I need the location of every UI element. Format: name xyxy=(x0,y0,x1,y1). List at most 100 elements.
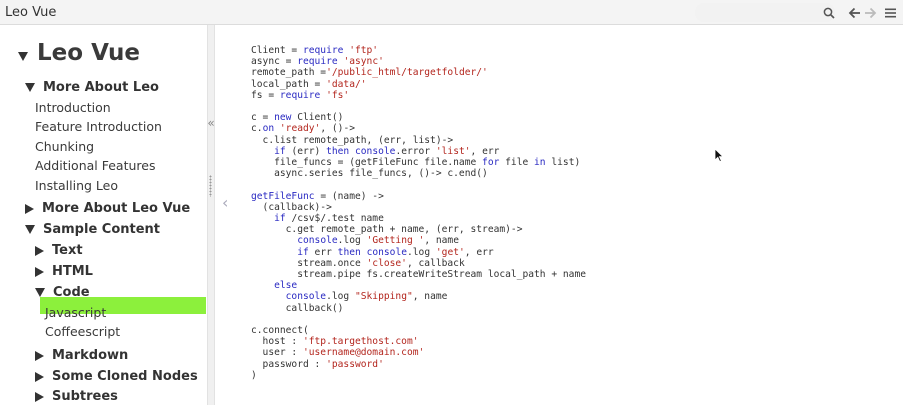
code-text: Client() xyxy=(291,112,344,124)
code-line: if (err) then console.error 'list', err xyxy=(251,146,499,157)
collapsed-triangle-icon[interactable] xyxy=(35,371,44,382)
code-line: c.list remote_path, (err, list)-> xyxy=(251,135,454,146)
code-keyword: getFileFunc xyxy=(251,190,315,202)
code-string: 'password' xyxy=(326,358,384,370)
collapsed-triangle-icon[interactable] xyxy=(35,266,44,277)
collapsed-triangle-icon[interactable] xyxy=(35,391,44,402)
tree-node-text[interactable]: Text xyxy=(35,243,83,258)
arrow-right-icon[interactable] xyxy=(862,4,879,21)
code-string: '/public_html/targetfolder/' xyxy=(326,67,488,79)
code-text: c.connect( xyxy=(251,325,309,337)
tree-node-installing-leo[interactable]: Installing Leo xyxy=(35,178,118,193)
code-keyword: on xyxy=(262,123,275,135)
code-line: async.series file_funcs, ()-> c.end() xyxy=(251,168,488,179)
code-text: c = xyxy=(251,112,275,124)
code-line: Client = require 'ftp' xyxy=(251,45,378,56)
tree-node-more-about-leo-vue[interactable]: More About Leo Vue xyxy=(25,201,190,216)
code-string: 'close' xyxy=(366,257,407,269)
code-text: c. xyxy=(251,123,263,135)
code-text: async = xyxy=(251,56,298,68)
code-keyword: else xyxy=(274,280,298,292)
code-string: 'Getting ' xyxy=(366,235,425,247)
splitter-grip-icon[interactable] xyxy=(209,175,212,197)
code-line: file_funcs = (getFileFunc file.name for … xyxy=(251,157,580,168)
tree-root[interactable]: Leo Vue xyxy=(18,40,140,66)
code-line: c = new Client() xyxy=(251,112,343,123)
tree-node-chunking[interactable]: Chunking xyxy=(35,139,94,154)
code-line: getFileFunc = (name) -> xyxy=(251,191,384,202)
tree-node-javascript[interactable]: Javascript xyxy=(45,305,106,320)
code-line: callback() xyxy=(251,303,344,314)
code-keyword: if xyxy=(274,145,286,157)
tree-node-coffeescript[interactable]: Coffeescript xyxy=(45,324,120,339)
code-text: = (name) -> xyxy=(314,190,384,202)
panel-splitter[interactable] xyxy=(207,25,215,405)
collapsed-triangle-icon[interactable] xyxy=(25,203,34,214)
tree-node-some-cloned-nodes[interactable]: Some Cloned Nodes xyxy=(35,369,198,384)
code-line: async = require 'async' xyxy=(251,56,384,67)
tree-node-introduction[interactable]: Introduction xyxy=(35,100,111,115)
code-text: remote_path = xyxy=(251,67,327,79)
code-text: (callback)-> xyxy=(251,201,332,213)
code-text: c.get remote_path + name, (err, stream)-… xyxy=(251,224,523,236)
code-text: .log xyxy=(326,291,355,303)
code-keyword: console xyxy=(355,145,396,157)
code-text: , name xyxy=(412,291,448,303)
code-line: if err then console.log 'get', err xyxy=(251,246,493,258)
code-line: fs = require 'fs' xyxy=(251,90,349,101)
code-text: /csv$/.test name xyxy=(285,213,384,225)
code-text: local_path = xyxy=(251,78,327,90)
code-line: c.connect( xyxy=(251,325,309,336)
code-keyword: in xyxy=(534,157,546,169)
collapse-panel-button[interactable]: « xyxy=(207,116,215,130)
code-text: (err) xyxy=(285,145,327,157)
code-line: (callback)-> xyxy=(251,202,332,213)
code-keyword: if xyxy=(297,246,309,258)
code-string: 'ftp.targethost.com' xyxy=(302,336,419,348)
expand-triangle-icon[interactable] xyxy=(18,51,28,61)
arrow-left-icon[interactable] xyxy=(846,4,863,21)
code-text: ) xyxy=(251,369,257,381)
code-keyword: console xyxy=(297,235,338,247)
tree-node-markdown[interactable]: Markdown xyxy=(35,348,128,363)
expand-triangle-icon[interactable] xyxy=(25,225,35,234)
code-text: , name xyxy=(424,235,459,247)
code-text: err xyxy=(308,246,338,258)
code-line: console.log "Skipping", name xyxy=(251,291,448,303)
collapsed-triangle-icon[interactable] xyxy=(35,245,44,256)
code-text: .error xyxy=(395,145,436,157)
code-text: fs = xyxy=(251,89,280,101)
expand-triangle-icon[interactable] xyxy=(25,83,35,92)
code-text: list) xyxy=(545,157,581,169)
code-text: , callback xyxy=(406,257,465,269)
tree-node-html[interactable]: HTML xyxy=(35,264,93,279)
code-text: stream.once xyxy=(251,257,367,269)
code-string: 'list' xyxy=(435,145,471,157)
collapsed-triangle-icon[interactable] xyxy=(35,350,44,361)
tree-node-subtrees[interactable]: Subtrees xyxy=(35,389,118,404)
code-text: password : xyxy=(251,358,327,370)
code-keyword: new xyxy=(274,112,292,124)
expand-triangle-icon[interactable] xyxy=(35,288,45,297)
tree-node-code[interactable]: Code xyxy=(35,285,90,300)
code-string: 'get' xyxy=(435,246,465,258)
tree-node-more-about-leo[interactable]: More About Leo xyxy=(25,80,159,95)
search-icon[interactable] xyxy=(820,4,837,21)
tree-node-additional-features[interactable]: Additional Features xyxy=(35,158,155,173)
search-input[interactable] xyxy=(695,3,835,22)
code-keyword: require xyxy=(279,89,321,101)
tree-node-feature-introduction[interactable]: Feature Introduction xyxy=(35,119,162,134)
code-line: password : 'password' xyxy=(251,359,384,370)
code-text: file_funcs = (getFileFunc file.name xyxy=(251,157,483,169)
hamburger-menu-icon[interactable] xyxy=(882,4,899,21)
code-line: c.on 'ready', ()-> xyxy=(251,123,355,134)
mouse-cursor-icon xyxy=(714,148,724,163)
title-bar: Leo Vue xyxy=(0,0,903,25)
tree-node-sample-content[interactable]: Sample Content xyxy=(25,222,160,237)
back-chevron-icon[interactable]: ‹ xyxy=(222,193,228,212)
